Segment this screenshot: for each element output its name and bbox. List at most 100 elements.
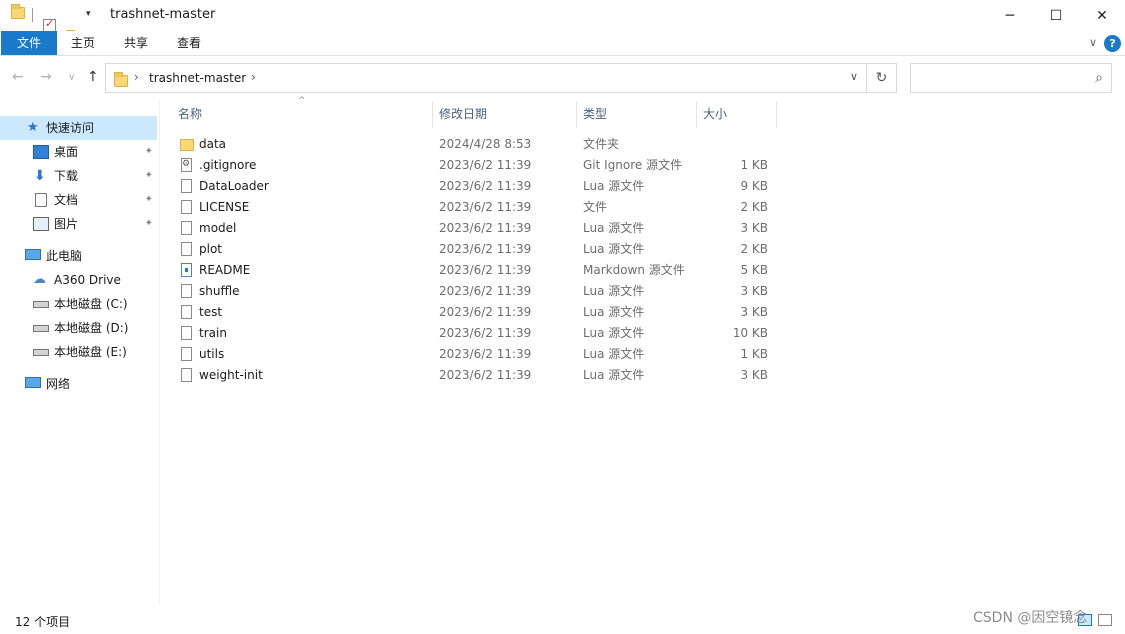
file-icon xyxy=(181,242,192,256)
file-icon xyxy=(181,200,192,214)
tab-file[interactable]: 文件 xyxy=(1,31,57,55)
tab-home[interactable]: 主页 xyxy=(66,31,100,55)
download-icon: ⬇ xyxy=(34,168,46,184)
file-row[interactable]: .gitignore 2023/6/2 11:39 Git Ignore 源文件 1 … xyxy=(176,154,776,176)
file-row[interactable]: model 2023/6/2 11:39 Lua 源文件 3 KB xyxy=(176,218,776,239)
file-name: DataLoader xyxy=(199,179,269,193)
file-type: Markdown 源文件 xyxy=(583,263,685,277)
folder-icon xyxy=(180,139,194,151)
file-row[interactable]: test 2023/6/2 11:39 Lua 源文件 3 KB xyxy=(176,302,776,323)
file-icon xyxy=(181,326,192,340)
breadcrumb-chevron-icon[interactable]: › xyxy=(251,70,256,84)
breadcrumb-chevron-icon[interactable]: › xyxy=(134,70,139,84)
file-row[interactable]: plot 2023/6/2 11:39 Lua 源文件 2 KB xyxy=(176,239,776,260)
file-type: Lua 源文件 xyxy=(583,179,645,193)
sidebar-item-drive-e[interactable]: 本地磁盘 (E:) xyxy=(0,340,157,364)
file-row[interactable]: LICENSE 2023/6/2 11:39 文件 2 KB xyxy=(176,197,776,218)
network-icon xyxy=(25,377,41,388)
file-row[interactable]: shuffle 2023/6/2 11:39 Lua 源文件 3 KB xyxy=(176,281,776,302)
forward-button[interactable]: → xyxy=(40,69,52,85)
drive-icon xyxy=(33,301,49,308)
sidebar-item-label: 文档 xyxy=(54,193,79,207)
sidebar-item-this-pc[interactable]: 此电脑 xyxy=(0,244,157,268)
search-icon[interactable]: ⌕ xyxy=(1095,70,1103,86)
file-size: 9 KB xyxy=(740,179,768,193)
pin-icon[interactable]: ✦ xyxy=(145,140,153,164)
up-button[interactable]: ↑ xyxy=(87,69,99,85)
pin-icon[interactable]: ✦ xyxy=(145,188,153,212)
file-type: Lua 源文件 xyxy=(583,221,645,235)
sidebar-item-label: A360 Drive xyxy=(54,273,121,287)
sidebar-item-label: 本地磁盘 (D:) xyxy=(54,321,129,335)
sidebar-item-label: 网络 xyxy=(46,377,71,391)
tab-share[interactable]: 共享 xyxy=(118,31,154,55)
file-name: README xyxy=(199,263,251,277)
recent-locations-icon[interactable]: ∨ xyxy=(68,72,75,83)
breadcrumb-current[interactable]: trashnet-master xyxy=(149,71,246,85)
column-header-size[interactable]: 大小 xyxy=(697,101,777,128)
back-button[interactable]: ← xyxy=(12,69,24,85)
expand-ribbon-icon[interactable]: ∨ xyxy=(1089,36,1097,49)
file-type: Lua 源文件 xyxy=(583,284,645,298)
ribbon-tabs: 文件 主页 共享 查看 ∨ ? xyxy=(0,31,1125,56)
status-bar: 12 个项目 xyxy=(0,605,1125,634)
file-name: test xyxy=(199,305,223,319)
file-date: 2023/6/2 11:39 xyxy=(439,200,532,214)
search-input[interactable]: ⌕ xyxy=(910,63,1112,93)
file-type: Lua 源文件 xyxy=(583,368,645,382)
sidebar-item-documents[interactable]: 文档 ✦ xyxy=(0,188,157,212)
file-icon xyxy=(181,305,192,319)
file-type: 文件 xyxy=(583,200,608,214)
sidebar-item-a360-drive[interactable]: ☁ A360 Drive xyxy=(0,268,157,292)
file-name: model xyxy=(199,221,237,235)
file-name: plot xyxy=(199,242,222,256)
pin-icon[interactable]: ✦ xyxy=(145,164,153,188)
markdown-file-icon xyxy=(181,263,192,277)
pin-icon[interactable]: ✦ xyxy=(145,212,153,236)
address-dropdown-icon[interactable]: ∨ xyxy=(850,70,858,83)
close-button[interactable]: ✕ xyxy=(1079,0,1125,31)
sidebar-item-drive-d[interactable]: 本地磁盘 (D:) xyxy=(0,316,157,340)
sidebar-item-label: 桌面 xyxy=(54,145,79,159)
sidebar-item-quick-access[interactable]: ★ 快速访问 xyxy=(0,116,157,140)
sidebar-item-downloads[interactable]: ⬇ 下载 ✦ xyxy=(0,164,157,188)
picture-icon xyxy=(33,217,49,231)
drive-icon xyxy=(33,325,49,332)
item-count: 12 个项目 xyxy=(15,615,71,629)
file-row[interactable]: utils 2023/6/2 11:39 Lua 源文件 1 KB xyxy=(176,344,776,365)
file-row[interactable]: README 2023/6/2 11:39 Markdown 源文件 5 KB xyxy=(176,260,776,281)
file-date: 2023/6/2 11:39 xyxy=(439,158,532,172)
file-date: 2023/6/2 11:39 xyxy=(439,263,532,277)
folder-icon xyxy=(11,4,25,19)
quick-access-dropdown-icon[interactable]: ▾ xyxy=(86,9,91,19)
file-row[interactable]: train 2023/6/2 11:39 Lua 源文件 10 KB xyxy=(176,323,776,344)
sidebar-item-network[interactable]: 网络 xyxy=(0,372,157,396)
column-header-date[interactable]: 修改日期 xyxy=(433,101,577,128)
address-bar[interactable]: › trashnet-master › ∨ xyxy=(105,63,867,93)
document-icon xyxy=(35,193,47,207)
file-name: LICENSE xyxy=(199,200,250,214)
sidebar-item-pictures[interactable]: 图片 ✦ xyxy=(0,212,157,236)
file-type: Lua 源文件 xyxy=(583,242,645,256)
file-row[interactable]: weight-init 2023/6/2 11:39 Lua 源文件 3 KB xyxy=(176,365,776,386)
navigation-bar: ← → ∨ ↑ › trashnet-master › ∨ ↻ ⌕ xyxy=(0,57,1125,100)
column-header-type[interactable]: 类型 xyxy=(577,101,697,128)
large-icons-view-icon[interactable] xyxy=(1098,614,1112,626)
file-row[interactable]: data 2024/4/28 8:53 文件夹 xyxy=(176,134,776,155)
file-date: 2023/6/2 11:39 xyxy=(439,368,532,382)
file-size: 10 KB xyxy=(732,326,768,340)
sidebar-item-label: 本地磁盘 (E:) xyxy=(54,345,127,359)
file-date: 2023/6/2 11:39 xyxy=(439,179,532,193)
column-header-name[interactable]: 名称 xyxy=(172,101,433,128)
tab-view[interactable]: 查看 xyxy=(171,31,207,55)
minimize-button[interactable]: ─ xyxy=(987,0,1033,31)
help-button[interactable]: ? xyxy=(1104,35,1121,52)
sidebar-item-desktop[interactable]: 桌面 ✦ xyxy=(0,140,157,164)
file-date: 2023/6/2 11:39 xyxy=(439,305,532,319)
maximize-button[interactable]: ☐ xyxy=(1033,0,1079,31)
sidebar-item-drive-c[interactable]: 本地磁盘 (C:) xyxy=(0,292,157,316)
refresh-button[interactable]: ↻ xyxy=(867,63,897,93)
file-row[interactable]: DataLoader 2023/6/2 11:39 Lua 源文件 9 KB xyxy=(176,176,776,197)
file-type: 文件夹 xyxy=(583,137,620,151)
file-name: shuffle xyxy=(199,284,240,298)
